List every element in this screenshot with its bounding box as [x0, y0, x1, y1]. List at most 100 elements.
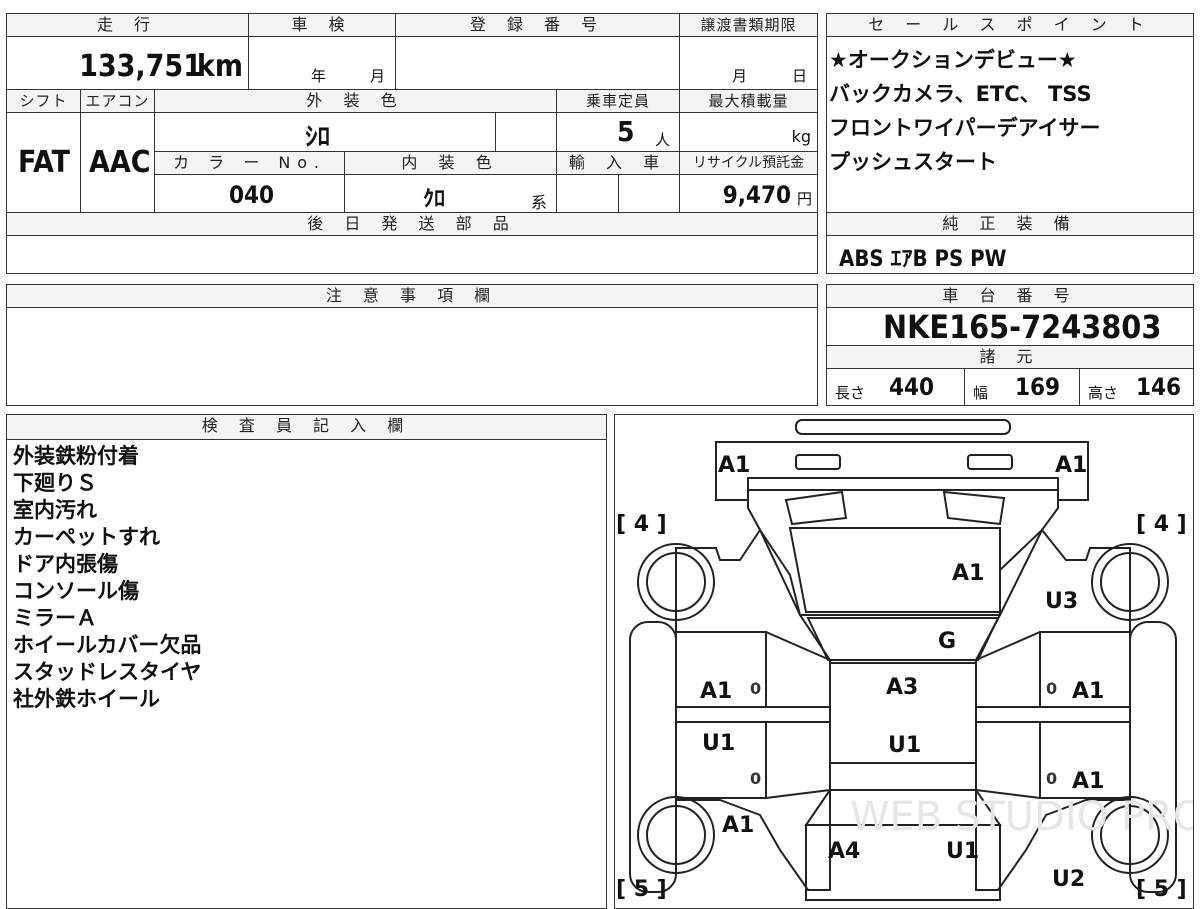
max-load-unit: kg	[791, 127, 811, 146]
inspector-note: カーペットすれ	[13, 525, 160, 549]
spec-length-cell: 長さ 440	[826, 368, 965, 406]
inspector-header: 検 査 員 記 入 欄	[6, 414, 607, 440]
recycle-fee-unit: 円	[796, 190, 812, 208]
spec-height-value: 146	[1136, 373, 1182, 401]
specs-header: 諸 元	[826, 345, 1194, 369]
interior-color-header: 内 装 色	[344, 151, 557, 175]
spec-height-label: 高さ	[1088, 384, 1119, 402]
mark-rear-right: U2	[1052, 867, 1085, 892]
mileage-unit: km	[196, 49, 243, 84]
capacity-cell: 5 人	[556, 112, 680, 152]
capacity-header: 乗車定員	[556, 89, 680, 113]
spec-width-value: 169	[1015, 373, 1061, 401]
inspector-note: 下廻りＳ	[13, 471, 97, 495]
spec-length-value: 440	[889, 373, 935, 401]
mark-roof-rear: U1	[888, 733, 921, 758]
inspector-note: 社外鉄ホイール	[13, 687, 160, 711]
chassis-value: NKE165-7243803	[883, 308, 1162, 346]
color-no-header: カ ラ ー No.	[154, 151, 345, 175]
spec-length-label: 長さ	[835, 384, 866, 402]
mark-door-fr: A1	[1072, 679, 1104, 704]
mark-door-fl: A1	[700, 679, 732, 704]
recycle-fee-value: 9,470	[722, 181, 791, 209]
pillar-left	[765, 630, 830, 799]
equipment-value: ABS ｴｱB PS PW	[839, 247, 1007, 272]
inspector-note: コンソール傷	[13, 579, 139, 603]
chassis-header: 車 台 番 号	[826, 284, 1194, 308]
mark-front-left: A1	[718, 453, 750, 478]
shaken-month-label: 月	[370, 67, 386, 85]
mark-front-right: A1	[1055, 453, 1087, 478]
wiper-left	[784, 490, 847, 525]
car-diagram-panel: WEB STUDIO PRO A1 A1 A1 U3 G A3 A1 A1 U1…	[614, 414, 1194, 909]
caution-header: 注 意 事 項 欄	[6, 284, 818, 308]
inspector-note: スタッドレスタイヤ	[13, 660, 202, 684]
exterior-color-extra-cell	[495, 112, 557, 152]
transfer-deadline-cell: 月 日	[679, 36, 818, 90]
tire-front-right-label: [ 4 ]	[1136, 512, 1187, 537]
transfer-month-label: 月	[732, 67, 748, 85]
recycle-fee-cell: 9,470 円	[679, 174, 818, 213]
mark-fender-right: U3	[1045, 589, 1078, 614]
zero-mark: 0	[750, 679, 761, 698]
import-car-cell-2	[618, 174, 680, 213]
recycle-fee-header: リサイクル預託金	[679, 151, 818, 175]
interior-color-cell: ｸﾛ 系	[344, 174, 557, 213]
spec-width-label: 幅	[973, 384, 989, 402]
shaken-header: 車 検	[248, 13, 396, 37]
mark-windshield: G	[938, 629, 956, 654]
exterior-color-value: ｼﾛ	[305, 122, 331, 151]
spec-width-cell: 幅 169	[964, 368, 1080, 406]
shift-header: シフト	[6, 89, 81, 113]
zero-mark: 0	[1046, 769, 1057, 788]
tire-rear-left-label: [ 5 ]	[616, 877, 667, 902]
exterior-color-header: 外 装 色	[154, 89, 557, 113]
aircon-value: AAC	[89, 145, 151, 180]
max-load-header: 最大積載量	[679, 89, 818, 113]
shift-value: FAT	[18, 145, 70, 180]
color-no-cell: 040	[154, 174, 345, 213]
equipment-cell: ABS ｴｱB PS PW	[826, 235, 1194, 274]
mileage-cell: 133,751 km	[6, 36, 249, 90]
later-parts-header: 後 日 発 送 部 品	[6, 212, 818, 236]
tire-front-left-label: [ 4 ]	[616, 512, 667, 537]
shaken-year-label: 年	[311, 67, 327, 85]
sales-point-line: プッシュスタート	[829, 150, 997, 174]
windshield-outline	[805, 616, 1000, 661]
max-load-cell: kg	[679, 112, 818, 152]
interior-color-value: ｸﾛ	[423, 187, 446, 212]
mark-quarter-left: A1	[722, 813, 754, 838]
inspector-note: ドア内張傷	[13, 552, 118, 576]
inspector-notes-cell: 外装鉄粉付着 下廻りＳ 室内汚れ カーペットすれ ドア内張傷 コンソール傷 ミラ…	[6, 439, 607, 909]
equipment-header: 純 正 装 備	[826, 212, 1194, 236]
tire-rear-right-label: [ 5 ]	[1136, 877, 1187, 902]
registration-cell	[395, 36, 680, 90]
interior-color-suffix: 系	[531, 193, 548, 212]
inspector-note: 外装鉄粉付着	[13, 444, 139, 468]
front-bumper-slot	[794, 418, 1011, 435]
later-parts-cell	[6, 235, 818, 274]
pillar-right	[975, 630, 1040, 799]
exterior-color-cell: ｼﾛ	[154, 112, 496, 152]
chassis-cell: NKE165-7243803	[826, 307, 1194, 346]
sales-point-line: バックカメラ、ETC、 TSS	[829, 82, 1092, 106]
mark-door-rl: U1	[702, 731, 735, 756]
front-end-outline	[714, 440, 1089, 501]
mark-hood: A1	[952, 561, 984, 586]
mark-door-rr: A1	[1072, 769, 1104, 794]
roof-rear-outline	[828, 761, 977, 791]
zero-mark: 0	[1046, 679, 1057, 698]
wiper-right	[942, 490, 1005, 525]
inspector-note: ホイールカバー欠品	[13, 633, 202, 657]
sales-points-header: セ ー ル ス ポ イ ン ト	[826, 13, 1194, 37]
registration-header: 登 録 番 号	[395, 13, 680, 37]
shift-cell: FAT	[6, 112, 81, 213]
mark-roof: A3	[886, 675, 918, 700]
import-car-cell-1	[556, 174, 619, 213]
mileage-value: 133,751	[79, 49, 202, 84]
inspector-note: 室内汚れ	[13, 498, 97, 522]
sales-points-cell: ★オークションデビュー★ バックカメラ、ETC、 TSS フロントワイパーデアイ…	[826, 36, 1194, 213]
import-car-header: 輸 入 車	[556, 151, 680, 175]
transfer-day-label: 日	[792, 67, 808, 85]
capacity-value: 5	[617, 115, 635, 148]
